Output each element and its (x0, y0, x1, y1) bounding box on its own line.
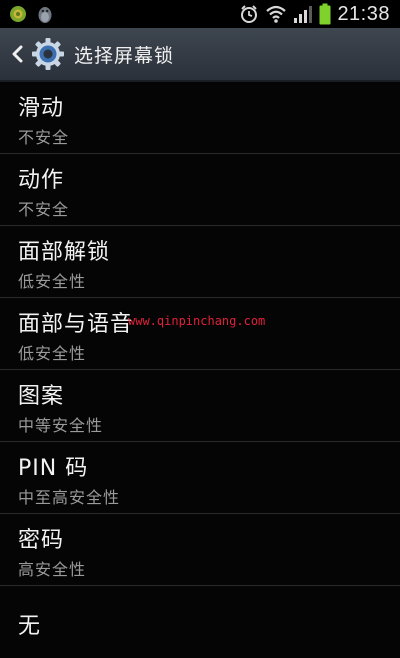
option-pin[interactable]: PIN 码 中至高安全性 (0, 442, 400, 514)
android-badge-icon (8, 4, 28, 24)
signal-icon (293, 4, 313, 24)
back-button[interactable] (4, 28, 30, 80)
option-title: 图案 (18, 384, 65, 409)
option-pattern[interactable]: 图案 中等安全性 (0, 370, 400, 442)
wifi-icon (265, 4, 287, 24)
battery-icon (319, 3, 331, 25)
status-bar: 21:38 (0, 0, 400, 28)
watermark-text: www.qinpinchang.com (128, 314, 266, 328)
option-subtitle: 低安全性 (18, 344, 87, 363)
clock: 21:38 (337, 2, 390, 25)
option-title: 面部与语音 (18, 312, 134, 337)
option-subtitle: 高安全性 (18, 560, 87, 579)
option-title: 滑动 (18, 96, 65, 121)
page-title: 选择屏幕锁 (74, 44, 175, 67)
option-swipe[interactable]: 滑动 不安全 (0, 82, 400, 154)
option-title: 动作 (18, 168, 65, 193)
option-title: PIN 码 (18, 456, 89, 481)
option-motion[interactable]: 动作 不安全 (0, 154, 400, 226)
option-password[interactable]: 密码 高安全性 (0, 514, 400, 586)
action-bar: 选择屏幕锁 (0, 28, 400, 82)
option-title: 无 (18, 614, 42, 639)
screen-lock-options-list: 滑动 不安全 动作 不安全 面部解锁 低安全性 面部与语音 低安全性 图案 中等… (0, 82, 400, 658)
alarm-icon (239, 4, 259, 24)
option-subtitle: 中等安全性 (18, 416, 104, 435)
option-none[interactable]: 无 (0, 586, 400, 658)
option-subtitle: 不安全 (18, 200, 70, 219)
option-subtitle: 低安全性 (18, 272, 87, 291)
option-subtitle: 不安全 (18, 128, 70, 147)
option-title: 面部解锁 (18, 240, 111, 265)
qq-penguin-icon (36, 4, 54, 24)
option-face-and-voice[interactable]: 面部与语音 低安全性 (0, 298, 400, 370)
option-title: 密码 (18, 528, 65, 553)
settings-gear-icon[interactable] (30, 36, 66, 72)
option-subtitle: 中至高安全性 (18, 488, 121, 507)
option-face-unlock[interactable]: 面部解锁 低安全性 (0, 226, 400, 298)
chevron-left-icon (11, 45, 23, 63)
